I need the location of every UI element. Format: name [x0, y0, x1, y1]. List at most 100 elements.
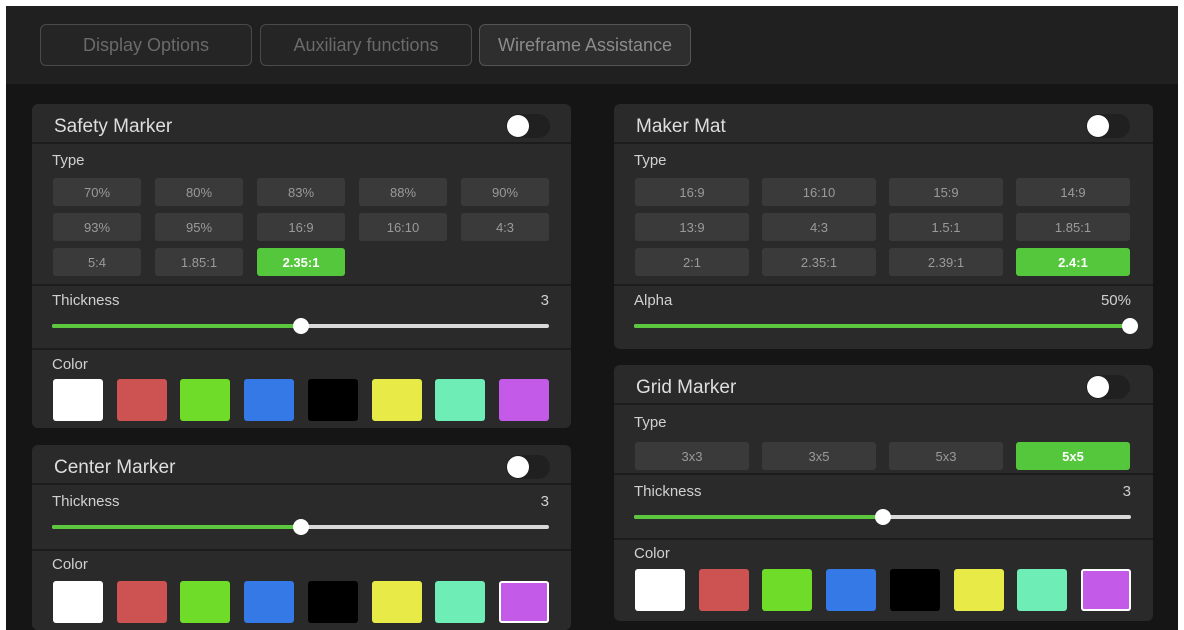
- slider-thumb[interactable]: [1122, 318, 1138, 334]
- divider: [32, 549, 571, 551]
- grid-thickness-label: Thickness: [634, 483, 702, 500]
- type-option-button[interactable]: 5x3: [889, 442, 1003, 470]
- color-swatch-red[interactable]: [116, 379, 167, 421]
- color-swatch-blue[interactable]: [244, 379, 295, 421]
- color-swatch-black[interactable]: [307, 379, 358, 421]
- divider: [32, 284, 571, 286]
- type-option-button[interactable]: 16:9: [257, 213, 345, 241]
- type-option-button[interactable]: 90%: [461, 178, 549, 206]
- center-thickness-value: 3: [540, 493, 549, 510]
- tab-auxiliary-functions[interactable]: Auxiliary functions: [260, 24, 472, 66]
- type-option-button[interactable]: 4:3: [762, 213, 876, 241]
- type-option-button[interactable]: 2.39:1: [889, 248, 1003, 276]
- color-swatch-yellow[interactable]: [371, 581, 422, 623]
- toggle-knob: [1087, 115, 1109, 137]
- slider-thumb[interactable]: [292, 519, 309, 535]
- type-option-button[interactable]: 13:9: [635, 213, 749, 241]
- center-color-label: Color: [52, 556, 88, 573]
- divider: [32, 348, 571, 350]
- safety-thickness-slider[interactable]: [52, 318, 549, 334]
- slider-fill: [634, 324, 1130, 328]
- safety-type-label: Type: [52, 152, 85, 169]
- center-marker-header: Center Marker: [32, 445, 571, 485]
- color-swatch-teal[interactable]: [1017, 569, 1068, 611]
- safety-marker-header: Safety Marker: [32, 104, 571, 144]
- mat-alpha-label: Alpha: [634, 292, 673, 309]
- grid-thickness-slider[interactable]: [634, 509, 1131, 525]
- divider: [614, 473, 1153, 475]
- top-tab-bar: Display Options Auxiliary functions Wire…: [6, 6, 1178, 84]
- color-swatch-yellow[interactable]: [953, 569, 1004, 611]
- slider-fill: [52, 525, 301, 529]
- maker-mat-header: Maker Mat: [614, 104, 1153, 144]
- type-option-button[interactable]: 5:4: [53, 248, 141, 276]
- grid-thickness-value: 3: [1122, 483, 1131, 500]
- type-option-button[interactable]: 88%: [359, 178, 447, 206]
- slider-thumb[interactable]: [874, 509, 891, 525]
- tab-wireframe-assistance[interactable]: Wireframe Assistance: [479, 24, 691, 66]
- divider: [614, 538, 1153, 540]
- color-swatch-teal[interactable]: [435, 379, 486, 421]
- type-option-button[interactable]: 5x5: [1016, 442, 1130, 470]
- color-swatch-purple[interactable]: [1080, 569, 1131, 611]
- safety-marker-title: Safety Marker: [54, 116, 173, 137]
- type-option-button[interactable]: 93%: [53, 213, 141, 241]
- grid-type-label: Type: [634, 414, 667, 431]
- mat-alpha-slider[interactable]: [634, 318, 1138, 334]
- maker-mat-panel: Maker Mat Type 16:9 16:10 15:9 14:9 13:9 4:3 1…: [614, 104, 1153, 349]
- type-option-button[interactable]: 14:9: [1016, 178, 1130, 206]
- color-swatch-green[interactable]: [180, 379, 231, 421]
- color-swatch-purple[interactable]: [498, 581, 549, 623]
- safety-thickness-value: 3: [540, 292, 549, 309]
- type-option-button[interactable]: 16:10: [762, 178, 876, 206]
- type-option-button[interactable]: 2.4:1: [1016, 248, 1130, 276]
- center-thickness-slider[interactable]: [52, 519, 549, 535]
- color-swatch-yellow[interactable]: [371, 379, 422, 421]
- type-option-button[interactable]: 1.5:1: [889, 213, 1003, 241]
- divider: [614, 284, 1153, 286]
- type-option-button[interactable]: 2.35:1: [257, 248, 345, 276]
- slider-thumb[interactable]: [292, 318, 309, 334]
- type-option-button[interactable]: 80%: [155, 178, 243, 206]
- type-option-button[interactable]: 83%: [257, 178, 345, 206]
- type-option-button[interactable]: 2.35:1: [762, 248, 876, 276]
- type-option-button[interactable]: 70%: [53, 178, 141, 206]
- grid-color-label: Color: [634, 545, 670, 562]
- color-swatch-blue[interactable]: [826, 569, 877, 611]
- color-swatch-white[interactable]: [53, 581, 103, 623]
- grid-marker-toggle[interactable]: [1086, 375, 1130, 399]
- safety-thickness-label: Thickness: [52, 292, 120, 309]
- color-swatch-black[interactable]: [307, 581, 358, 623]
- color-swatch-red[interactable]: [116, 581, 167, 623]
- center-marker-panel: Center Marker Thickness 3 Color: [32, 445, 571, 630]
- color-swatch-teal[interactable]: [435, 581, 486, 623]
- color-swatch-blue[interactable]: [244, 581, 295, 623]
- maker-mat-title: Maker Mat: [636, 116, 726, 137]
- type-option-button[interactable]: 2:1: [635, 248, 749, 276]
- color-swatch-green[interactable]: [762, 569, 813, 611]
- color-swatch-black[interactable]: [889, 569, 940, 611]
- color-swatch-red[interactable]: [698, 569, 749, 611]
- type-option-button[interactable]: 16:9: [635, 178, 749, 206]
- color-swatch-purple[interactable]: [498, 379, 549, 421]
- mat-type-label: Type: [634, 152, 667, 169]
- safety-color-label: Color: [52, 356, 88, 373]
- toggle-knob: [1087, 376, 1109, 398]
- type-option-button[interactable]: 3x5: [762, 442, 876, 470]
- center-marker-toggle[interactable]: [506, 455, 550, 479]
- safety-marker-toggle[interactable]: [506, 114, 550, 138]
- color-swatch-green[interactable]: [180, 581, 231, 623]
- color-swatch-white[interactable]: [635, 569, 685, 611]
- type-option-button[interactable]: 95%: [155, 213, 243, 241]
- type-option-button[interactable]: 1.85:1: [155, 248, 243, 276]
- type-option-button[interactable]: 3x3: [635, 442, 749, 470]
- app-window: Display Options Auxiliary functions Wire…: [6, 6, 1178, 630]
- type-option-button[interactable]: 1.85:1: [1016, 213, 1130, 241]
- type-option-button[interactable]: 15:9: [889, 178, 1003, 206]
- type-option-button[interactable]: 16:10: [359, 213, 447, 241]
- slider-fill: [634, 515, 883, 519]
- maker-mat-toggle[interactable]: [1086, 114, 1130, 138]
- color-swatch-white[interactable]: [53, 379, 103, 421]
- type-option-button[interactable]: 4:3: [461, 213, 549, 241]
- tab-display-options[interactable]: Display Options: [40, 24, 252, 66]
